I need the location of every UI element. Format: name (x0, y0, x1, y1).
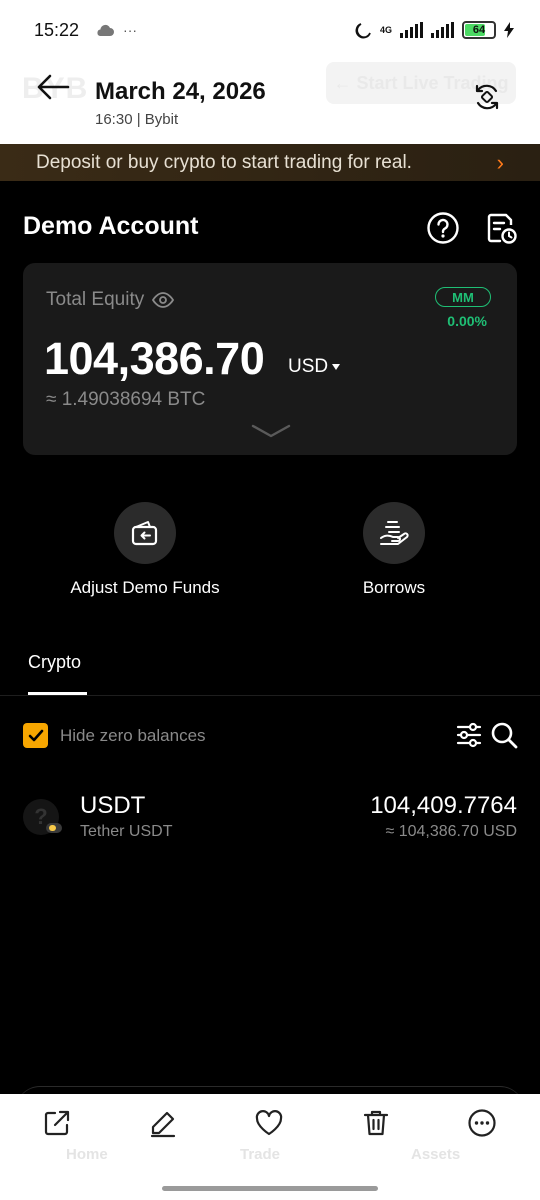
wallet-icon (131, 521, 158, 546)
action-circle (363, 502, 425, 564)
borrows-button[interactable]: Borrows (304, 502, 484, 598)
battery-level: 64 (472, 24, 486, 36)
image-viewer-toolbar: Home Trade Assets (0, 1094, 540, 1200)
filter-sliders-icon[interactable] (455, 721, 483, 749)
equity-card: Total Equity 104,386.70 USD ≈ 1.49038694… (23, 263, 517, 455)
header-subtitle: 16:30 | Bybit (95, 111, 179, 128)
help-icon[interactable] (426, 211, 460, 245)
asset-usd-value: ≈ 104,386.70 USD (385, 823, 517, 840)
search-icon[interactable] (490, 721, 518, 749)
status-dots: ··· (123, 22, 138, 38)
moon-icon (355, 23, 371, 39)
total-equity-label: Total Equity (46, 289, 175, 311)
page-title: Demo Account (23, 212, 199, 240)
ghost-nav-assets: Assets (411, 1146, 461, 1163)
viewer-header: BYB ← Start Live Trading March 24, 2026 … (0, 60, 540, 144)
toggle-badge-icon (46, 823, 62, 833)
tab-crypto[interactable]: Crypto (28, 652, 81, 673)
chevron-down-icon[interactable] (251, 423, 291, 439)
hide-zero-checkbox[interactable] (23, 723, 48, 748)
edit-icon[interactable] (148, 1108, 178, 1138)
tab-divider (0, 695, 540, 696)
status-right: 4G 64 (354, 21, 514, 39)
ghost-nav-trade: Trade (240, 1146, 281, 1163)
more-icon[interactable] (467, 1108, 497, 1138)
banner-chevron-icon: › (496, 149, 504, 175)
battery-icon: 64 (462, 21, 496, 39)
back-arrow-icon[interactable] (36, 72, 70, 102)
banner-text: Deposit or buy crypto to start trading f… (36, 151, 412, 173)
equity-btc-value: ≈ 1.49038694 BTC (46, 389, 206, 410)
asset-symbol: USDT (80, 792, 146, 819)
history-document-icon[interactable] (484, 211, 518, 245)
delete-icon[interactable] (361, 1108, 391, 1138)
eye-icon[interactable] (152, 292, 175, 308)
currency-selector[interactable]: USD (288, 356, 341, 378)
cloud-icon (97, 24, 115, 36)
action-label: Borrows (362, 578, 426, 597)
rotate-screen-icon[interactable] (472, 82, 502, 112)
status-notification-icons: ··· (95, 22, 137, 38)
signal-icon (400, 22, 423, 38)
action-label: Adjust Demo Funds (70, 578, 220, 597)
status-bar: 15:22 ··· 4G 64 (0, 0, 540, 60)
asset-amount: 104,409.7764 (370, 792, 517, 819)
heart-icon[interactable] (254, 1108, 284, 1138)
caret-down-icon (332, 364, 341, 370)
deposit-banner[interactable]: Deposit or buy crypto to start trading f… (0, 144, 540, 181)
network-type: 4G (379, 24, 392, 35)
charging-icon (504, 22, 514, 38)
hand-coins-icon (380, 521, 409, 545)
check-icon (28, 729, 43, 741)
total-equity-value: 104,386.70 (44, 333, 265, 384)
header-date: March 24, 2026 (95, 78, 266, 105)
mm-badge[interactable]: MM (435, 287, 491, 307)
home-indicator[interactable] (162, 1186, 378, 1191)
signal-icon-2 (431, 22, 454, 38)
mm-value: 0.00% (447, 313, 487, 329)
asset-name: Tether USDT (80, 823, 173, 840)
action-circle (114, 502, 176, 564)
adjust-demo-funds-button[interactable]: Adjust Demo Funds (55, 502, 235, 598)
hide-zero-label[interactable]: Hide zero balances (60, 726, 206, 746)
ghost-nav-home: Home (66, 1146, 108, 1163)
status-time: 15:22 (34, 19, 80, 40)
share-icon[interactable] (42, 1108, 72, 1138)
